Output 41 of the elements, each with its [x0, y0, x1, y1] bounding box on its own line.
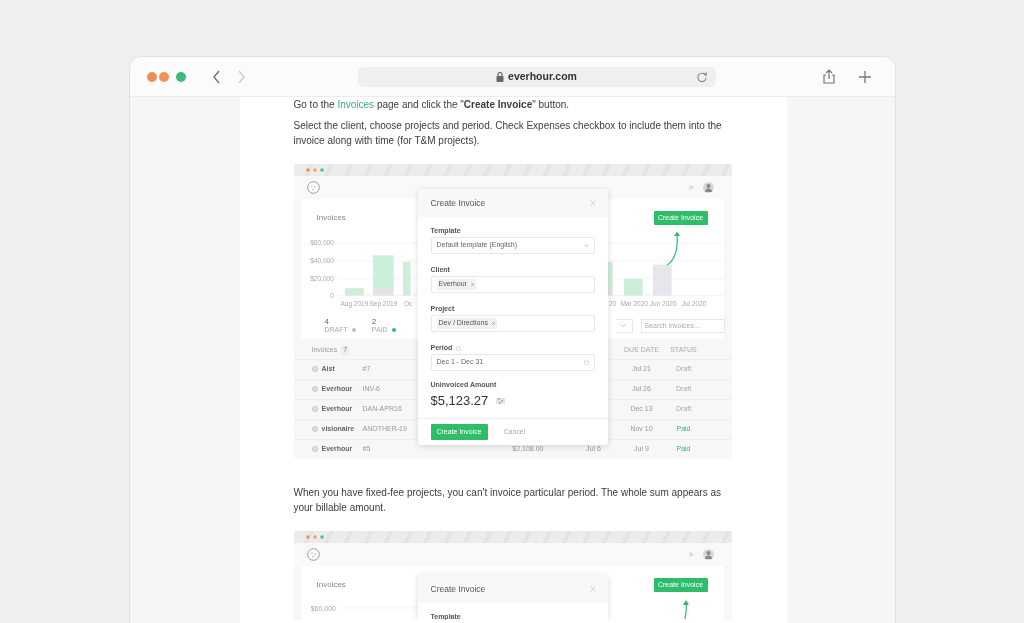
avatar-icon[interactable] — [702, 182, 714, 193]
page-title: Invoices — [316, 580, 346, 590]
play-icon[interactable] — [688, 551, 695, 558]
caret-icon — [583, 244, 589, 247]
client-icon — [311, 446, 318, 453]
play-icon[interactable] — [688, 184, 695, 191]
client-icon — [311, 366, 318, 373]
chart-bars-drawing — [607, 261, 672, 296]
window-controls-icon — [145, 70, 188, 83]
modal-title: Create Invoice — [430, 197, 486, 209]
address-bar[interactable]: everhour.com — [357, 66, 716, 87]
remove-icon[interactable] — [470, 283, 474, 286]
close-icon[interactable] — [589, 586, 596, 592]
caret-icon — [621, 324, 626, 327]
logo-icon — [306, 181, 320, 194]
stat-count: 2 — [371, 316, 378, 326]
close-icon[interactable] — [589, 200, 596, 206]
paragraph: Select the client, choose projects and period. Check Expenses checkbox to include them into the invoice along with time (for T&M projects). — [293, 119, 723, 148]
window-controls-icon — [305, 168, 324, 172]
chart-bars-drawing — [344, 255, 410, 296]
intro-paragraph: Go to the Invoices page and click the "Create Invoice" button. — [293, 98, 571, 112]
reload-icon[interactable] — [695, 70, 708, 83]
share-icon[interactable] — [822, 69, 835, 84]
remove-icon[interactable] — [491, 322, 495, 325]
logo-icon — [306, 548, 320, 561]
avatar-icon[interactable] — [702, 549, 714, 560]
new-tab-icon[interactable] — [858, 70, 871, 83]
lock-icon — [496, 71, 505, 82]
stat-count: 4 — [324, 316, 330, 326]
client-icon — [311, 386, 318, 393]
paragraph: When you have fixed-fee projects, you can't invoice particular period. The whole sum appears as your billable amount. — [293, 486, 722, 515]
page-title: Invoices — [316, 213, 346, 223]
amount-value: $5,123.27 — [430, 393, 489, 409]
annotation-arrow — [681, 599, 690, 619]
back-icon[interactable] — [211, 69, 221, 84]
window-controls-icon — [305, 535, 324, 539]
modal-title: Create Invoice — [430, 583, 486, 595]
client-icon — [311, 426, 318, 433]
client-icon — [311, 406, 318, 413]
calendar-icon — [583, 360, 589, 365]
sliders-icon[interactable] — [496, 398, 506, 404]
